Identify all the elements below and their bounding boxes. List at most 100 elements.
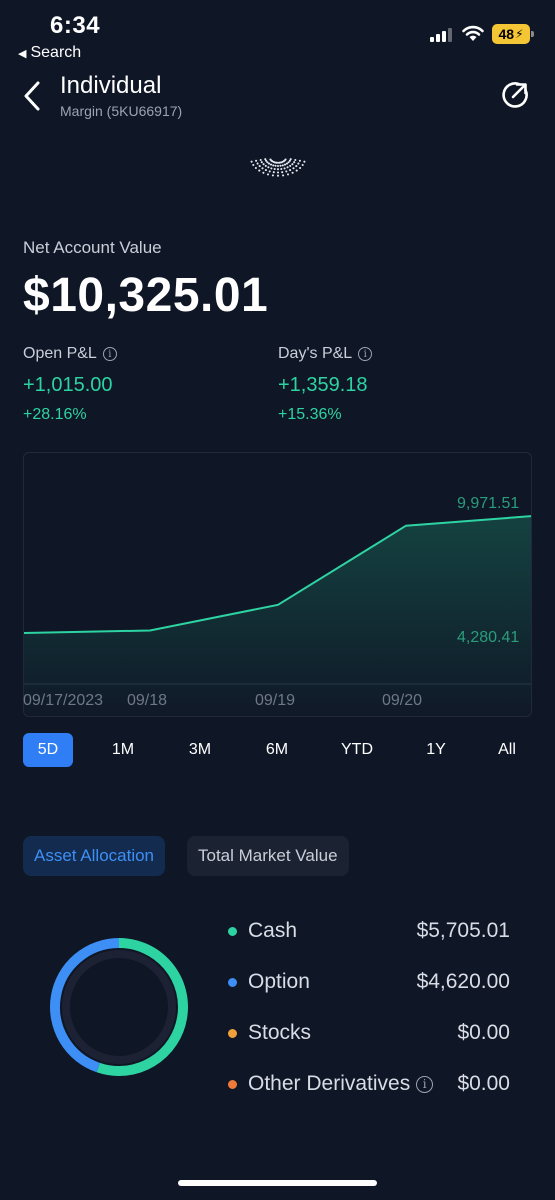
logo-dot: [259, 158, 262, 162]
open-pl-info-icon[interactable]: i: [102, 347, 117, 361]
logo-dot: [271, 174, 274, 177]
range-tab-all[interactable]: All: [484, 733, 530, 767]
logo-dot: [284, 158, 287, 161]
legend-row-option: Option $4,620.00: [228, 967, 510, 997]
legend-name: Cash: [248, 919, 298, 942]
stocks-dot-icon: [228, 1028, 237, 1038]
logo-dot: [272, 171, 275, 174]
charging-bolt-icon: ⚡: [515, 27, 524, 41]
day-pl-label-text: Day's P&L: [278, 345, 353, 362]
logo-dot: [256, 162, 259, 165]
range-tab-1y[interactable]: 1Y: [413, 733, 459, 767]
back-app-label: Search: [30, 44, 82, 61]
logo-dot: [295, 165, 298, 168]
brand-dots-logo: [250, 158, 306, 177]
account-value-chart[interactable]: [23, 452, 532, 717]
logo-dot: [273, 167, 276, 171]
cash-dot-icon: [228, 926, 237, 936]
logo-dot: [269, 163, 273, 166]
legend-row-stocks: Stocks $0.00: [228, 1018, 510, 1048]
share-external-icon[interactable]: [500, 80, 530, 110]
chart-max-label: 9,971.51: [457, 495, 520, 512]
logo-dot: [298, 159, 301, 162]
back-triangle-icon: ◀: [18, 47, 27, 60]
wifi-icon: [462, 25, 484, 41]
logo-dot: [292, 167, 295, 170]
logo-dot: [267, 162, 271, 165]
range-tab-1m[interactable]: 1M: [100, 733, 146, 767]
logo-dot: [264, 169, 267, 172]
legend-value: $4,620.00: [416, 970, 510, 993]
logo-dot: [286, 173, 290, 176]
logo-dot: [274, 164, 277, 167]
logo-dot: [303, 160, 306, 163]
logo-dot: [293, 161, 296, 164]
logo-dot: [262, 171, 265, 174]
open-pl-percent: +28.16%: [23, 406, 87, 423]
legend-value: $0.00: [457, 1021, 510, 1044]
logo-dot: [297, 162, 300, 165]
status-time: 6:34: [50, 12, 101, 39]
legend-value: $0.00: [457, 1072, 510, 1095]
day-pl-percent: +15.36%: [278, 406, 342, 423]
x-tick-label: 09/19: [255, 692, 296, 709]
net-account-value-label: Net Account Value: [23, 238, 162, 257]
account-subtitle: Margin (5KU66917): [60, 103, 183, 119]
logo-dot: [266, 173, 270, 176]
option-dot-icon: [228, 977, 237, 987]
account-title: Individual: [60, 72, 162, 99]
logo-dot: [270, 167, 273, 170]
logo-dot: [255, 159, 258, 162]
back-to-app-link[interactable]: ◀ Search: [18, 44, 81, 62]
logo-dot: [280, 167, 283, 171]
logo-dot: [254, 166, 257, 170]
legend-row-cash: Cash $5,705.01: [228, 916, 510, 946]
legend-name: Stocks: [248, 1021, 312, 1044]
logo-dot: [267, 166, 270, 169]
range-tab-ytd[interactable]: YTD: [332, 733, 382, 767]
other-derivatives-dot-icon: [228, 1079, 237, 1089]
logo-dot: [299, 166, 302, 170]
logo-dot: [262, 163, 265, 166]
range-tab-3m[interactable]: 3M: [177, 733, 223, 767]
logo-dot: [295, 169, 298, 172]
logo-dot: [286, 166, 289, 169]
logo-dot: [291, 171, 294, 174]
tab-total-market-value[interactable]: Total Market Value: [187, 836, 349, 876]
logo-dot: [276, 164, 280, 168]
x-tick-label: 09/18: [127, 692, 168, 709]
legend-name: Option: [248, 970, 310, 993]
logo-dot: [294, 158, 297, 162]
chart-min-label: 4,280.41: [457, 629, 520, 646]
logo-dot: [276, 174, 280, 177]
logo-dot: [276, 168, 280, 171]
logo-dot: [258, 165, 261, 168]
cellular-signal-icon: [430, 26, 452, 42]
open-pl-label: Open P&L i: [23, 345, 117, 363]
day-pl-info-icon[interactable]: i: [358, 347, 373, 361]
tab-asset-allocation[interactable]: Asset Allocation: [23, 836, 166, 876]
home-indicator[interactable]: [178, 1180, 377, 1186]
other-derivatives-info-icon[interactable]: i: [416, 1075, 434, 1093]
x-tick-label: 09/20: [382, 692, 423, 709]
logo-dot: [289, 164, 292, 167]
legend-row-other-derivatives: Other Derivatives i $0.00: [228, 1069, 510, 1099]
range-tab-5d[interactable]: 5D: [23, 733, 73, 767]
back-chevron-icon[interactable]: [22, 80, 44, 112]
logo-dot: [279, 164, 282, 167]
logo-dot: [250, 160, 253, 163]
logo-dot: [291, 163, 294, 166]
logo-dot: [285, 170, 288, 173]
battery-level: 48: [498, 26, 515, 42]
logo-dot: [283, 167, 286, 170]
logo-dot: [264, 164, 267, 167]
logo-dot: [282, 174, 285, 177]
net-account-value: $10,325.01: [23, 269, 269, 322]
logo-dot: [276, 171, 280, 174]
day-pl-label: Day's P&L i: [278, 345, 373, 363]
range-tab-6m[interactable]: 6M: [254, 733, 300, 767]
legend-name: Other Derivatives: [248, 1072, 411, 1095]
open-pl-label-text: Open P&L: [23, 345, 97, 362]
logo-dot: [260, 161, 263, 164]
logo-dot: [261, 167, 264, 170]
